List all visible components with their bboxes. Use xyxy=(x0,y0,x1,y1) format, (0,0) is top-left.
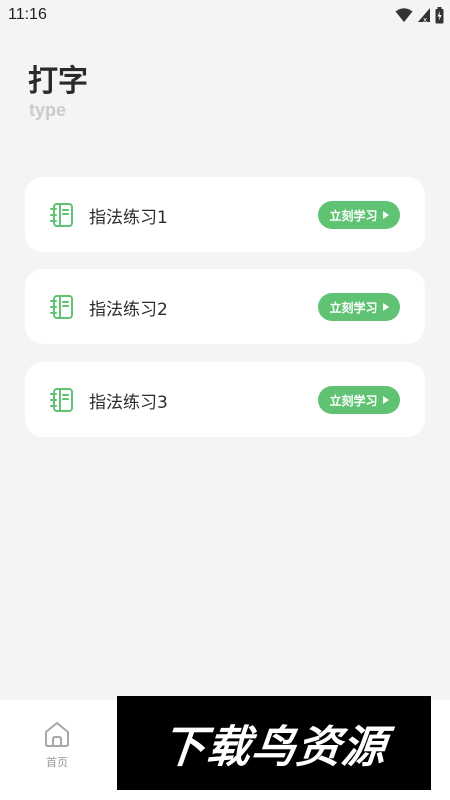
battery-icon xyxy=(435,6,444,23)
watermark: 下载鸟资源 xyxy=(117,696,431,790)
nav-item-label: 首页 xyxy=(46,756,68,769)
card-label: 指法练习3 xyxy=(89,393,168,413)
status-icons: x xyxy=(395,6,444,24)
play-arrow-icon xyxy=(382,396,389,404)
watermark-text: 下载鸟资源 xyxy=(158,722,389,773)
notebook-icon xyxy=(50,295,73,319)
button-label: 立刻学习 xyxy=(329,208,378,223)
page-subtitle: type xyxy=(29,100,67,120)
card-label: 指法练习1 xyxy=(89,208,168,228)
status-time: 11:16 xyxy=(8,6,47,23)
card-label: 指法练习2 xyxy=(89,300,168,320)
start-learning-button[interactable]: 立刻学习 xyxy=(318,293,400,321)
button-label: 立刻学习 xyxy=(329,300,378,315)
start-learning-button[interactable]: 立刻学习 xyxy=(318,201,400,229)
practice-card-1[interactable]: 指法练习1 立刻学习 xyxy=(25,177,425,252)
signal-icon: x xyxy=(418,8,430,23)
practice-card-3[interactable]: 指法练习3 立刻学习 xyxy=(25,362,425,437)
svg-text:x: x xyxy=(423,16,427,23)
button-label: 立刻学习 xyxy=(329,393,378,408)
wifi-icon xyxy=(395,8,413,22)
nav-item-home[interactable]: 首页 xyxy=(34,720,80,780)
status-bar: 11:16 x xyxy=(0,0,450,30)
practice-card-2[interactable]: 指法练习2 立刻学习 xyxy=(25,269,425,344)
home-icon xyxy=(45,722,69,747)
page-title: 打字 xyxy=(28,64,88,99)
notebook-icon xyxy=(50,388,73,412)
play-arrow-icon xyxy=(382,211,389,219)
notebook-icon xyxy=(50,203,73,227)
play-arrow-icon xyxy=(382,303,389,311)
start-learning-button[interactable]: 立刻学习 xyxy=(318,386,400,414)
